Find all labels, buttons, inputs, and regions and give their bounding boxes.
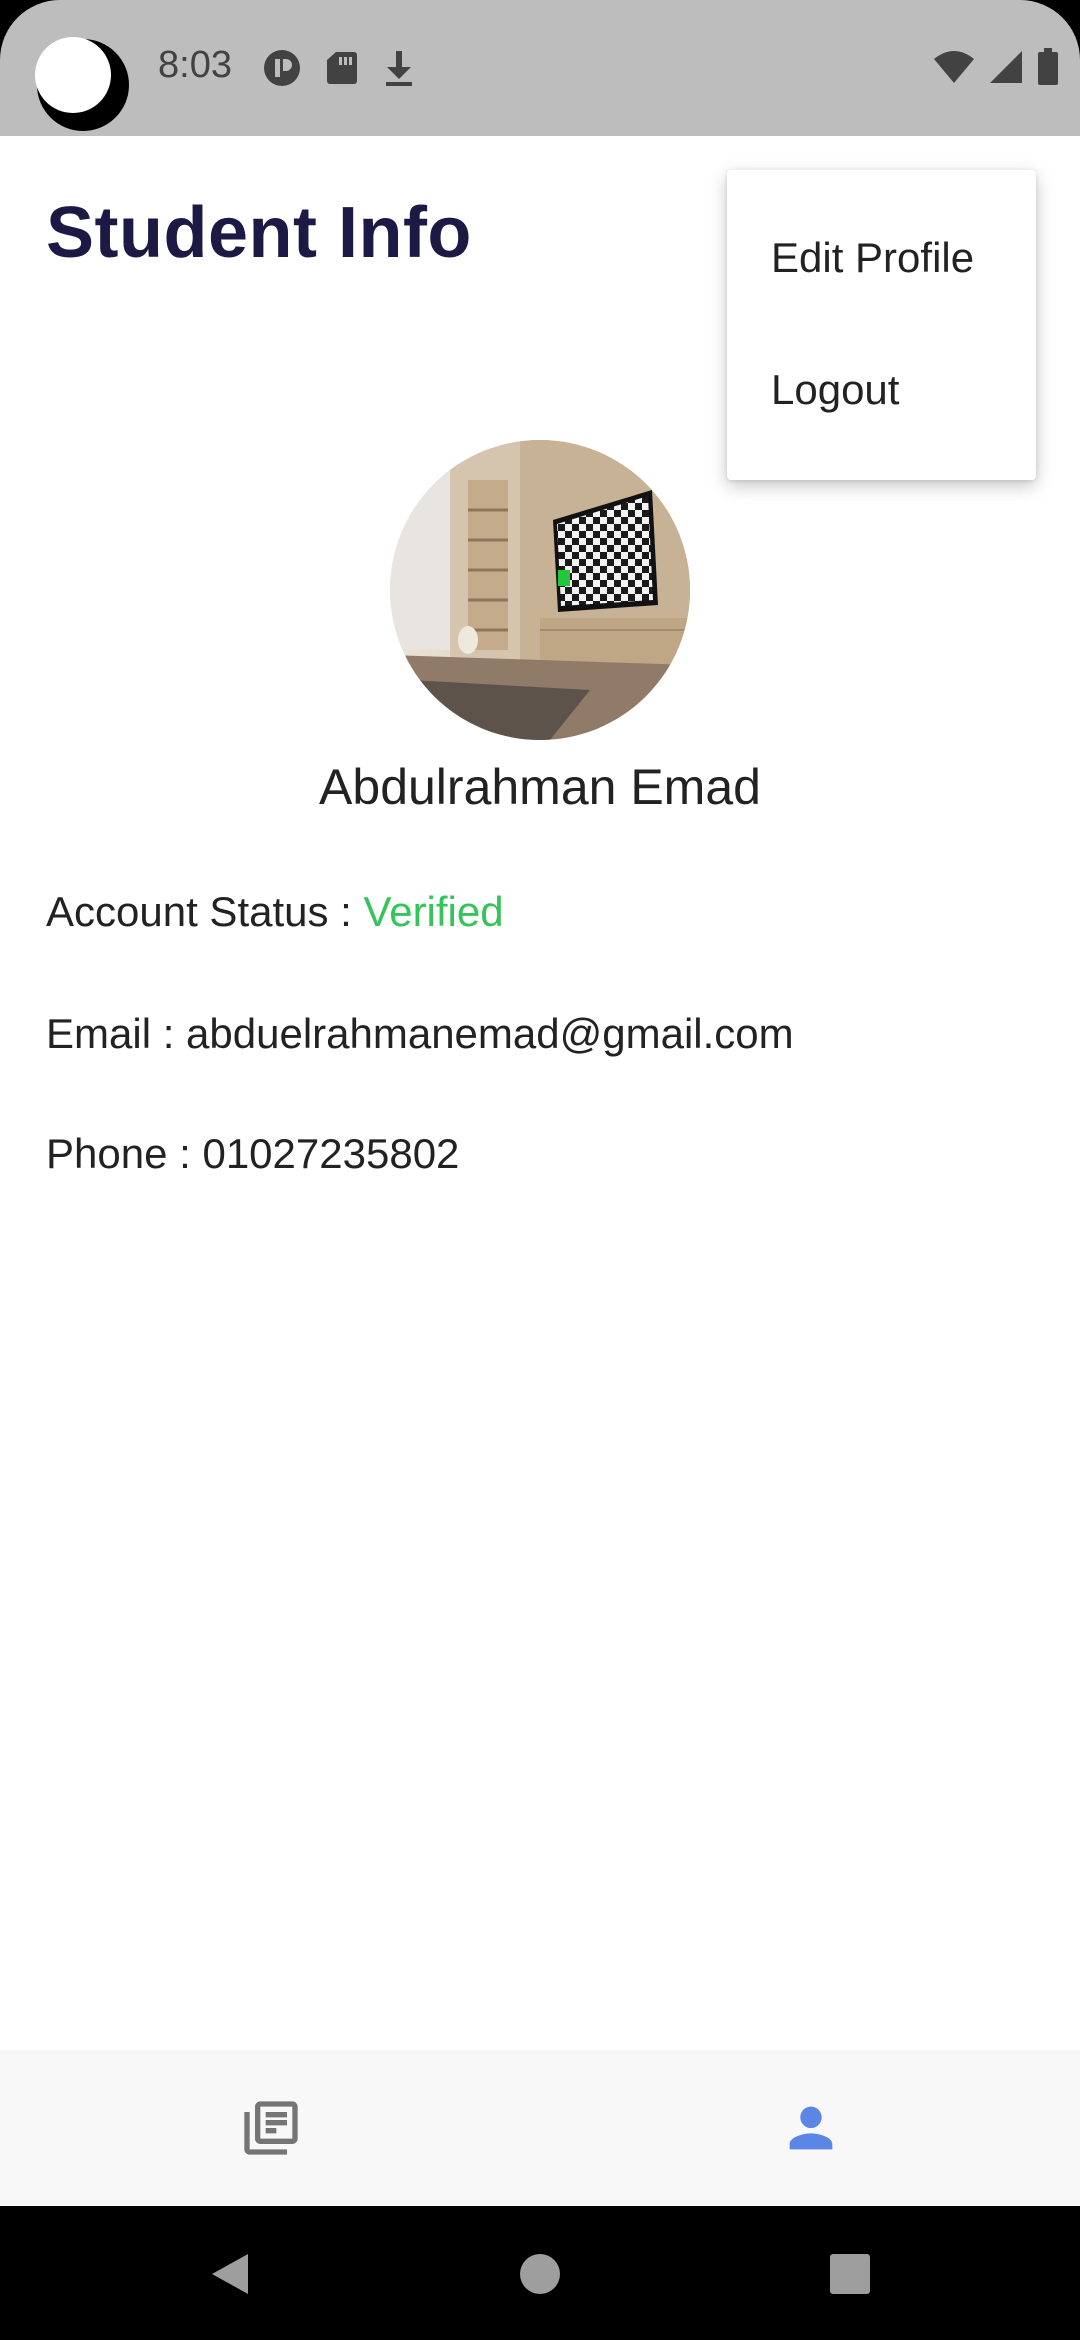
download-icon xyxy=(386,51,412,86)
nav-item-profile[interactable] xyxy=(759,2076,863,2180)
account-status-label: Account Status : xyxy=(46,888,364,935)
email-value: abduelrahmanemad@gmail.com xyxy=(186,1010,794,1057)
student-name: Abdulrahman Emad xyxy=(319,759,761,815)
status-icons-right xyxy=(932,48,1060,86)
email-label: Email : xyxy=(46,1010,187,1057)
menu-item-edit-profile[interactable]: Edit Profile xyxy=(771,234,974,282)
system-navigation-bar xyxy=(0,2206,1080,2340)
back-icon xyxy=(212,2254,248,2294)
status-bar: 8:03 xyxy=(0,0,1080,136)
menu-item-logout[interactable]: Logout xyxy=(771,366,899,414)
moon-icon xyxy=(35,37,129,131)
system-recents-button[interactable] xyxy=(810,2234,890,2314)
battery-icon xyxy=(1038,48,1058,85)
phone-label: Phone : xyxy=(46,1130,203,1177)
avatar xyxy=(390,440,690,740)
home-icon xyxy=(520,2254,560,2294)
email-row: Email : abduelrahmanemad@gmail.com xyxy=(46,1010,794,1058)
student-info-screen: Student Info Abdulrahman Emad Account St… xyxy=(0,136,1080,2206)
avatar-image xyxy=(390,440,690,740)
phone-row: Phone : 01027235802 xyxy=(46,1130,459,1178)
nav-item-courses[interactable] xyxy=(219,2076,323,2180)
system-home-button[interactable] xyxy=(500,2234,580,2314)
status-time: 8:03 xyxy=(158,44,232,86)
phone-value: 01027235802 xyxy=(202,1130,460,1177)
sd-card-icon xyxy=(327,52,357,84)
overflow-popup-menu: Edit Profile Logout xyxy=(727,170,1036,480)
bottom-navigation xyxy=(0,2050,1080,2206)
wifi-icon xyxy=(934,51,974,83)
cell-signal-icon xyxy=(990,51,1022,83)
account-status-row: Account Status : Verified xyxy=(46,888,504,936)
system-back-button[interactable] xyxy=(190,2234,270,2314)
recents-icon xyxy=(830,2254,870,2294)
p-app-icon xyxy=(264,50,300,86)
library-books-icon xyxy=(244,2101,298,2155)
status-icons-left xyxy=(262,48,416,88)
account-status-value: Verified xyxy=(363,888,504,935)
person-icon xyxy=(789,2106,833,2150)
page-title: Student Info xyxy=(46,193,472,273)
device-screen: 8:03 Student Info Abdulrahman Emad Accou… xyxy=(0,0,1080,2340)
